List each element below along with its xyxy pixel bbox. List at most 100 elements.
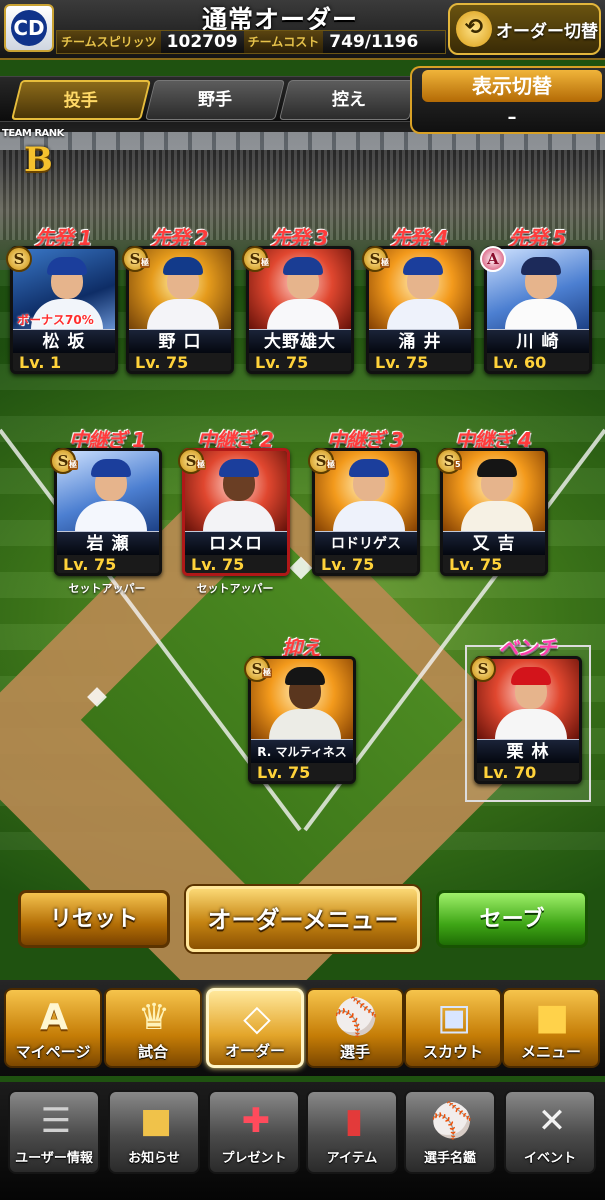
player-level: Lv. 60: [487, 353, 589, 371]
tab-pitcher[interactable]: 投手: [11, 80, 151, 120]
nav-label: マイページ: [15, 1043, 91, 1061]
nav-event[interactable]: ✕ イベント: [504, 1090, 596, 1174]
reliever-slot-3[interactable]: 中継ぎ 3 ロドリゲス Lv. 75 S極: [306, 424, 424, 584]
nav-mypage[interactable]: A マイページ: [4, 988, 102, 1068]
nav-label: イベント: [523, 1151, 576, 1166]
team-logo: CD: [4, 4, 54, 52]
field-icon: ◇: [243, 998, 271, 1039]
rank-s-badge-icon: S5: [436, 448, 462, 474]
team-cost-value: 749/1196: [329, 32, 419, 52]
rank-letter: S: [185, 452, 197, 470]
player-name: 又 吉: [443, 531, 545, 555]
mypage-icon: A: [40, 997, 68, 1038]
starter-slot-5[interactable]: 先発 5 川 崎 Lv. 60 A: [478, 222, 596, 382]
player-level: Lv. 75: [369, 353, 471, 371]
rank-letter: S: [477, 660, 489, 678]
rank-s-badge-icon: S極: [308, 448, 336, 474]
nav-player-directory[interactable]: ⚾ 選手名鑑: [404, 1090, 496, 1174]
nav-scout[interactable]: ▣ スカウト: [404, 988, 502, 1068]
nav-notice[interactable]: ■ お知らせ: [108, 1090, 200, 1174]
player-cap: [283, 257, 323, 275]
save-button[interactable]: セーブ: [436, 890, 588, 948]
rank-letter: S: [443, 452, 455, 470]
rank-sub: 極: [140, 258, 150, 268]
player-level: Lv. 75: [185, 555, 287, 573]
user-info-icon: ☰: [40, 1101, 72, 1141]
team-rank: TEAM RANK B: [2, 128, 82, 184]
rank-letter: S: [57, 452, 69, 470]
position-tabs: 投手 野手 控え 表示切替 –: [0, 66, 605, 136]
nav-user-info[interactable]: ☰ ユーザー情報: [8, 1090, 100, 1174]
sub-nav: ☰ ユーザー情報 ■ お知らせ ✚ プレゼント ▮ アイテム ⚾ 選手名鑑 ✕ …: [0, 1082, 605, 1200]
rank-sub: 極: [68, 460, 78, 470]
rank-letter: S: [249, 250, 261, 268]
rank-a-badge-icon: A: [480, 246, 506, 272]
player-name: 栗 林: [477, 739, 579, 763]
event-icon: ✕: [537, 1101, 567, 1141]
role-tag-setup: セットアッパー: [68, 582, 146, 595]
player-level: Lv. 75: [443, 555, 545, 573]
nav-label: ユーザー情報: [15, 1151, 93, 1166]
player-cap: [47, 257, 87, 275]
nav-game[interactable]: ♛ 試合: [104, 988, 202, 1068]
player-name: 川 崎: [487, 329, 589, 353]
nav-menu[interactable]: ■ メニュー: [502, 988, 600, 1068]
team-logo-mark: CD: [11, 10, 47, 46]
tab-fielder[interactable]: 野手: [145, 80, 285, 120]
starter-slot-1[interactable]: 先発 1 ボーナス70% 松 坂 Lv. 1 S: [4, 222, 122, 382]
starter-slot-3[interactable]: 先発 3 大野雄大 Lv. 75 S極: [240, 222, 358, 382]
display-switch-title: 表示切替: [422, 70, 602, 102]
rank-letter: S: [369, 250, 381, 268]
starter-slot-2[interactable]: 先発 2 野 口 Lv. 75 S極: [120, 222, 238, 382]
bench-slot[interactable]: ベンチ 栗 林 Lv. 70 S: [468, 632, 586, 792]
closer-slot[interactable]: 抑え R. マルティネス Lv. 75 S極: [242, 632, 360, 792]
player-level: Lv. 75: [129, 353, 231, 371]
nav-player[interactable]: ⚾ 選手: [306, 988, 404, 1068]
player-name: R. マルティネス: [251, 739, 353, 763]
team-stats-bar: チームスピリッツ 102709 チームコスト 749/1196: [56, 30, 446, 54]
nav-label: お知らせ: [128, 1151, 180, 1166]
main-nav: A マイページ ♛ 試合 ◇ オーダー ⚾ 選手 ▣ スカウト ■ メニュー: [0, 980, 605, 1076]
nav-label: プレゼント: [221, 1151, 287, 1166]
trophy-icon: ♛: [137, 997, 171, 1038]
rank-letter: S: [13, 250, 25, 268]
player-name: 涌 井: [369, 329, 471, 353]
team-spirit-value: 102709: [166, 32, 238, 52]
rank-letter: S: [251, 660, 263, 678]
reliever-slot-2[interactable]: 中継ぎ 2 ロメロ Lv. 75 S極 セットアッパー: [176, 424, 294, 595]
nav-item[interactable]: ▮ アイテム: [306, 1090, 398, 1174]
tab-label: 野手: [198, 90, 232, 110]
reliever-slot-4[interactable]: 中継ぎ 4 又 吉 Lv. 75 S5: [434, 424, 552, 584]
rank-s-badge-icon: S極: [122, 246, 150, 272]
player-name: ロドリゲス: [315, 531, 417, 555]
player-cap: [219, 459, 259, 477]
order-screen: CD 通常オーダー チームスピリッツ 102709 チームコスト 749/119…: [0, 0, 605, 1200]
rank-letter: S: [315, 452, 327, 470]
player-cap: [285, 667, 325, 685]
rank-s-badge-icon: S極: [178, 448, 206, 474]
reliever-slot-1[interactable]: 中継ぎ 1 岩 瀬 Lv. 75 S極 セットアッパー: [48, 424, 166, 595]
player-name: 岩 瀬: [57, 531, 159, 555]
player-name: 大野雄大: [249, 329, 351, 353]
player-cap: [91, 459, 131, 477]
display-switch-button[interactable]: 表示切替 –: [410, 66, 605, 134]
team-rank-value: B: [24, 140, 53, 180]
tab-reserve[interactable]: 控え: [279, 80, 419, 120]
menu-icon: ■: [534, 997, 569, 1038]
display-switch-value: –: [507, 107, 517, 128]
order-switch-button[interactable]: ⟲ オーダー切替: [448, 3, 601, 55]
nav-present[interactable]: ✚ プレゼント: [208, 1090, 300, 1174]
gift-icon: ✚: [241, 1101, 271, 1141]
order-menu-button[interactable]: オーダーメニュー: [186, 886, 420, 952]
player-level: Lv. 75: [57, 555, 159, 573]
reset-button[interactable]: リセット: [18, 890, 170, 948]
tab-label: 投手: [63, 91, 98, 111]
nav-order[interactable]: ◇ オーダー: [206, 988, 304, 1068]
header-bar: CD 通常オーダー チームスピリッツ 102709 チームコスト 749/119…: [0, 0, 605, 60]
rank-sub: 極: [196, 460, 206, 470]
rank-sub: 極: [260, 258, 270, 268]
team-rank-label: TEAM RANK: [2, 128, 64, 139]
nav-label: 選手: [339, 1043, 370, 1061]
starter-slot-4[interactable]: 先発 4 涌 井 Lv. 75 S極: [360, 222, 478, 382]
rank-sub: 極: [262, 668, 272, 678]
